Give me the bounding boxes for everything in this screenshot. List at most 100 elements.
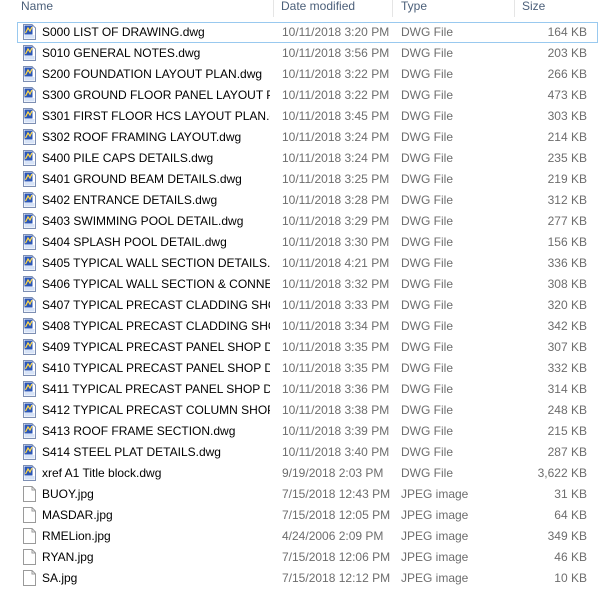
- file-row[interactable]: S403 SWIMMING POOL DETAIL.dwg 10/11/2018 …: [17, 211, 598, 232]
- file-row[interactable]: xref A1 Title block.dwg 9/19/2018 2:03 PM…: [17, 463, 598, 484]
- file-size: 235 KB: [547, 151, 587, 165]
- file-type: JPEG image: [401, 571, 469, 585]
- file-type: DWG File: [401, 214, 453, 228]
- file-row[interactable]: S412 TYPICAL PRECAST COLUMN SHOP ... 10/1…: [17, 400, 598, 421]
- file-size: 219 KB: [547, 172, 587, 186]
- file-name: S411 TYPICAL PRECAST PANEL SHOP DR...: [42, 382, 270, 396]
- dwg-file-icon: [23, 171, 36, 187]
- file-type: DWG File: [401, 109, 453, 123]
- file-date-modified: 7/15/2018 12:05 PM: [282, 508, 391, 522]
- file-row[interactable]: S413 ROOF FRAME SECTION.dwg 10/11/2018 3:…: [17, 421, 598, 442]
- file-name: S408 TYPICAL PRECAST CLADDING SHO...: [42, 319, 270, 333]
- file-row[interactable]: S409 TYPICAL PRECAST PANEL SHOP DR... 10/…: [17, 337, 598, 358]
- file-row[interactable]: S400 PILE CAPS DETAILS.dwg 10/11/2018 3:2…: [17, 148, 598, 169]
- file-name: S402 ENTRANCE DETAILS.dwg: [42, 193, 218, 207]
- file-date-modified: 10/11/2018 3:32 PM: [282, 277, 390, 291]
- dwg-file-icon: [23, 381, 36, 397]
- file-row[interactable]: S404 SPLASH POOL DETAIL.dwg 10/11/2018 3:…: [17, 232, 598, 253]
- dwg-file-icon: [23, 192, 36, 208]
- file-name: RMELion.jpg: [42, 529, 111, 543]
- file-date-modified: 10/11/2018 3:38 PM: [282, 403, 390, 417]
- file-row[interactable]: RMELion.jpg 4/24/2006 2:09 PM JPEG image 34…: [17, 526, 598, 547]
- column-header-type[interactable]: Type: [401, 0, 427, 17]
- dwg-file-icon: [23, 108, 36, 124]
- jpeg-file-icon: [23, 486, 36, 502]
- file-date-modified: 10/11/2018 3:34 PM: [282, 319, 390, 333]
- file-size: 314 KB: [547, 382, 587, 396]
- file-row[interactable]: S406 TYPICAL WALL SECTION & CONNE... 10/1…: [17, 274, 598, 295]
- file-name: S412 TYPICAL PRECAST COLUMN SHOP ...: [42, 403, 270, 417]
- column-header-size[interactable]: Size: [522, 0, 545, 17]
- file-row[interactable]: S000 LIST OF DRAWING.dwg 10/11/2018 3:20 …: [17, 22, 598, 43]
- dwg-file-icon: [23, 45, 36, 61]
- file-size: 215 KB: [547, 424, 587, 438]
- column-divider[interactable]: [392, 0, 393, 17]
- file-row[interactable]: BUOY.jpg 7/15/2018 12:43 PM JPEG image 31 K…: [17, 484, 598, 505]
- file-row[interactable]: MASDAR.jpg 7/15/2018 12:05 PM JPEG image 64…: [17, 505, 598, 526]
- file-name: S302 ROOF FRAMING LAYOUT.dwg: [42, 130, 242, 144]
- file-type: DWG File: [401, 235, 453, 249]
- file-type: DWG File: [401, 403, 453, 417]
- file-name: S404 SPLASH POOL DETAIL.dwg: [42, 235, 227, 249]
- file-name: S405 TYPICAL WALL SECTION DETAILS.d...: [42, 256, 270, 270]
- jpeg-file-icon: [23, 507, 36, 523]
- file-row[interactable]: S414 STEEL PLAT DETAILS.dwg 10/11/2018 3:…: [17, 442, 598, 463]
- file-size: 349 KB: [547, 529, 587, 543]
- file-name: RYAN.jpg: [42, 550, 94, 564]
- file-date-modified: 10/11/2018 3:40 PM: [282, 445, 390, 459]
- file-row[interactable]: S200 FOUNDATION LAYOUT PLAN.dwg 10/11/201…: [17, 64, 598, 85]
- column-divider[interactable]: [514, 0, 515, 17]
- file-row[interactable]: RYAN.jpg 7/15/2018 12:06 PM JPEG image 46 K…: [17, 547, 598, 568]
- file-type: DWG File: [401, 67, 453, 81]
- file-size: 3,622 KB: [537, 466, 587, 480]
- file-row[interactable]: S411 TYPICAL PRECAST PANEL SHOP DR... 10/…: [17, 379, 598, 400]
- file-date-modified: 10/11/2018 3:30 PM: [282, 235, 390, 249]
- file-size: 473 KB: [547, 88, 587, 102]
- file-date-modified: 10/11/2018 3:56 PM: [282, 46, 390, 60]
- file-date-modified: 10/11/2018 3:39 PM: [282, 424, 390, 438]
- file-name: SA.jpg: [42, 571, 78, 585]
- file-row[interactable]: S010 GENERAL NOTES.dwg 10/11/2018 3:56 PM…: [17, 43, 598, 64]
- file-date-modified: 10/11/2018 3:20 PM: [282, 25, 390, 39]
- file-type: JPEG image: [401, 550, 469, 564]
- file-name: BUOY.jpg: [42, 487, 94, 501]
- dwg-file-icon: [23, 276, 36, 292]
- file-type: DWG File: [401, 193, 453, 207]
- file-row[interactable]: S408 TYPICAL PRECAST CLADDING SHO... 10/1…: [17, 316, 598, 337]
- file-size: 308 KB: [547, 277, 587, 291]
- file-row[interactable]: S300 GROUND FLOOR PANEL LAYOUT P... 10/11…: [17, 85, 598, 106]
- dwg-file-icon: [23, 24, 36, 40]
- column-header-name[interactable]: Name: [21, 0, 53, 17]
- dwg-file-icon: [23, 318, 36, 334]
- file-row[interactable]: S401 GROUND BEAM DETAILS.dwg 10/11/2018 3…: [17, 169, 598, 190]
- file-row[interactable]: S301 FIRST FLOOR HCS LAYOUT PLAN.d... 10/…: [17, 106, 598, 127]
- file-type: DWG File: [401, 445, 453, 459]
- file-type: DWG File: [401, 466, 453, 480]
- file-size: 266 KB: [547, 67, 587, 81]
- file-size: 312 KB: [547, 193, 587, 207]
- file-name: S410 TYPICAL PRECAST PANEL SHOP DR...: [42, 361, 270, 375]
- file-row[interactable]: S302 ROOF FRAMING LAYOUT.dwg 10/11/2018 3…: [17, 127, 598, 148]
- dwg-file-icon: [23, 465, 36, 481]
- file-date-modified: 4/24/2006 2:09 PM: [282, 529, 384, 543]
- file-row[interactable]: S405 TYPICAL WALL SECTION DETAILS.d... 10…: [17, 253, 598, 274]
- file-type: JPEG image: [401, 508, 469, 522]
- column-header-bar: Name Date modified Type Size: [0, 0, 610, 17]
- dwg-file-icon: [23, 150, 36, 166]
- file-date-modified: 10/11/2018 3:28 PM: [282, 193, 390, 207]
- file-size: 64 KB: [554, 508, 587, 522]
- file-size: 248 KB: [547, 403, 587, 417]
- file-date-modified: 10/11/2018 3:24 PM: [282, 130, 390, 144]
- file-date-modified: 10/11/2018 3:33 PM: [282, 298, 390, 312]
- column-header-date[interactable]: Date modified: [281, 0, 355, 17]
- file-type: DWG File: [401, 361, 453, 375]
- file-row[interactable]: S407 TYPICAL PRECAST CLADDING SHO... 10/1…: [17, 295, 598, 316]
- file-size: 320 KB: [547, 298, 587, 312]
- jpeg-file-icon: [23, 549, 36, 565]
- file-row[interactable]: S402 ENTRANCE DETAILS.dwg 10/11/2018 3:28…: [17, 190, 598, 211]
- file-row[interactable]: S410 TYPICAL PRECAST PANEL SHOP DR... 10/…: [17, 358, 598, 379]
- file-date-modified: 10/11/2018 3:35 PM: [282, 361, 390, 375]
- file-name: S407 TYPICAL PRECAST CLADDING SHO...: [42, 298, 270, 312]
- column-divider[interactable]: [273, 0, 274, 17]
- file-row[interactable]: SA.jpg 7/15/2018 12:12 PM JPEG image 10 KB: [17, 568, 598, 589]
